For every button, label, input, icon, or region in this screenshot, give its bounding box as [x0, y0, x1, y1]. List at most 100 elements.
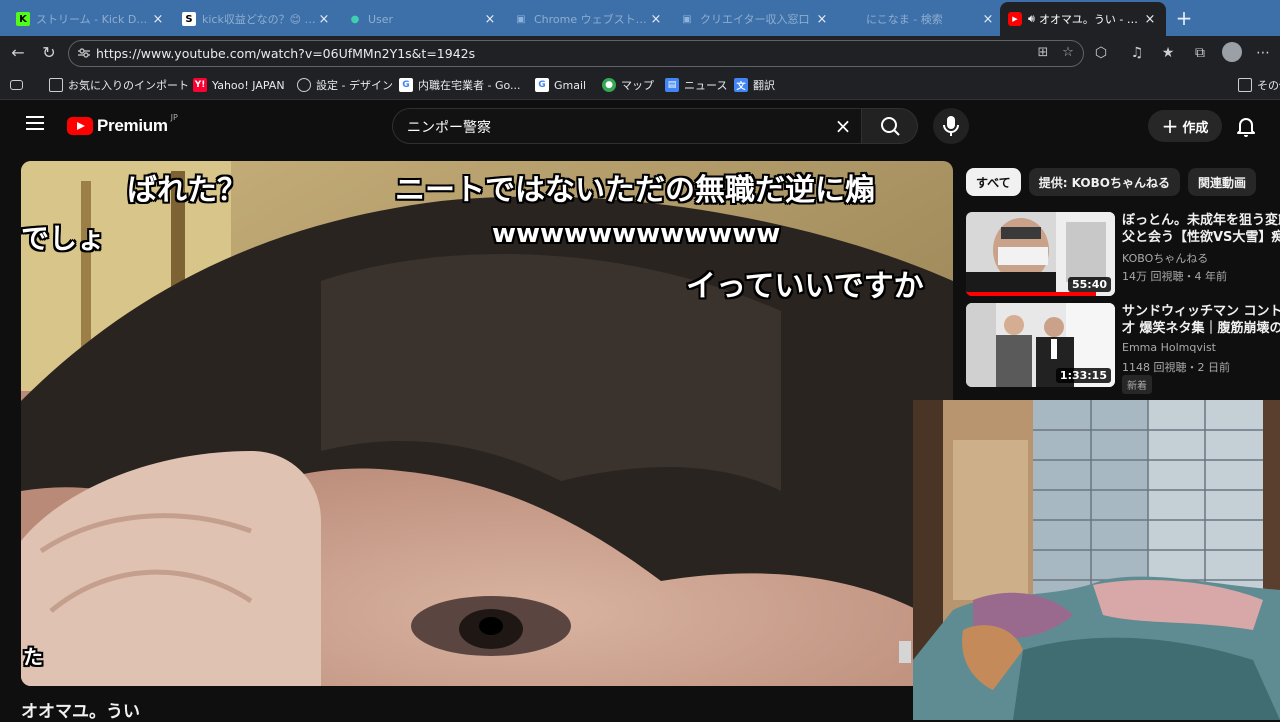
recommendation-chips: すべて 提供: KOBOちゃんねる 関連動画 — [966, 168, 1256, 196]
clear-search-icon[interactable]: × — [831, 114, 855, 138]
recommended-video[interactable]: 55:40 ぼっとん。未成年を狙う変態 父と会う【性欲VS大雪】痴態 KOBOち… — [966, 212, 1280, 296]
page-icon: ▣ — [682, 13, 692, 25]
channel-name[interactable]: KOBOちゃんねる — [1122, 250, 1208, 266]
chip-related[interactable]: 関連動画 — [1187, 168, 1256, 196]
close-icon[interactable]: × — [482, 12, 498, 27]
voice-search-button[interactable] — [933, 108, 969, 144]
close-icon[interactable]: × — [980, 12, 996, 27]
tab-kick-dashboard[interactable]: K ストリーム - Kick Dashboard × — [8, 4, 174, 34]
youtube-play-icon — [67, 117, 93, 135]
globe-icon: ● — [350, 13, 360, 25]
import-icon — [49, 78, 63, 92]
tab-title: User — [368, 12, 394, 26]
speaker-icon[interactable]: 🔊︎ — [1028, 12, 1035, 26]
tab-title: Chrome ウェブストア - 拡張 — [534, 13, 648, 26]
video-thumbnail[interactable]: 55:40 — [966, 212, 1115, 296]
folder-icon — [1238, 78, 1252, 92]
close-icon[interactable]: × — [1142, 12, 1158, 27]
video-title[interactable]: サンドウィッチマン コント・ 才 爆笑ネタ集｜腹筋崩壊の — [1122, 303, 1280, 337]
yahoo-icon: Y! — [193, 78, 207, 92]
bookmark-google-search[interactable]: G 内職在宅業者 - Go... — [399, 76, 521, 94]
tablet-icon[interactable] — [10, 76, 28, 94]
tab-user[interactable]: ● User × — [340, 4, 506, 34]
search-button[interactable] — [862, 108, 918, 144]
favorite-star-icon[interactable]: ☆ — [1059, 45, 1077, 63]
apps-icon[interactable]: ⊞ — [1034, 45, 1052, 63]
chip-provider[interactable]: 提供: KOBOちゃんねる — [1028, 168, 1180, 196]
translate-icon: 文 — [734, 78, 748, 92]
bookmark-settings-design[interactable]: 設定 - デザイン — [297, 76, 393, 94]
new-badge: 新着 — [1122, 375, 1152, 394]
recommended-video[interactable]: 1:33:15 サンドウィッチマン コント・ 才 爆笑ネタ集｜腹筋崩壊の Emm… — [966, 303, 1280, 394]
tab-kick-earnings[interactable]: S kick収益どなの？😊 An × — [174, 4, 340, 34]
tab-chrome-webstore[interactable]: ▣ Chrome ウェブストア - 拡張 × — [506, 4, 672, 34]
video-thumbnail[interactable]: 1:33:15 — [966, 303, 1115, 387]
video-meta: 1148 回視聴・2 日前 — [1122, 361, 1230, 374]
video-player[interactable]: ばれた？ ニートではないただの無職だ逆に煽 でしょ wwwwwwwwwwww イ… — [21, 161, 953, 686]
channel-name[interactable]: Emma Holmqvist — [1122, 341, 1216, 354]
subtitle-comment: た — [23, 645, 43, 669]
create-button[interactable]: + 作成 — [1148, 110, 1222, 142]
video-meta: 14万 回視聴・4 年前 — [1122, 270, 1227, 283]
site-info-icon[interactable] — [77, 46, 91, 60]
bookmark-import[interactable]: お気に入りのインポート — [49, 76, 189, 94]
site-icon: S — [182, 12, 196, 26]
google-icon: G — [535, 78, 549, 92]
subtitle-comment: イっていいですか — [686, 269, 924, 304]
hamburger-menu-icon[interactable] — [26, 116, 44, 130]
bookmark-gmail[interactable]: G Gmail — [535, 76, 586, 94]
profile-avatar[interactable] — [1222, 42, 1242, 62]
tab-title: クリエイター収入窓口 — [700, 13, 810, 26]
close-icon[interactable]: × — [814, 12, 830, 27]
search-tab-icon — [846, 12, 860, 26]
search-query[interactable]: ニンポー警察 — [407, 117, 491, 137]
chip-all[interactable]: すべて — [966, 168, 1021, 196]
tab-title: kick収益どなの？😊 An — [202, 13, 316, 26]
extensions-icon[interactable]: ⬡ — [1090, 42, 1112, 64]
microphone-icon — [943, 116, 959, 136]
menu-dots-icon[interactable]: ⋯ — [1252, 42, 1274, 64]
bookmark-translate[interactable]: 文翻訳 — [734, 76, 775, 94]
search-icon — [881, 117, 900, 136]
notifications-bell-icon[interactable] — [1234, 114, 1258, 138]
collections-icon[interactable]: ⧉ — [1189, 42, 1211, 64]
subtitle-comment: ばれた？ — [127, 173, 247, 208]
video-title[interactable]: ぼっとん。未成年を狙う変態 父と会う【性欲VS大雪】痴態 — [1122, 212, 1280, 246]
bookmark-maps[interactable]: ● マップ — [602, 76, 654, 94]
youtube-premium-logo[interactable]: Premium JP — [67, 113, 178, 136]
map-pin-icon: ● — [602, 78, 616, 92]
close-icon[interactable]: × — [150, 12, 166, 27]
video-frame — [21, 161, 953, 686]
news-icon: ▤ — [665, 78, 679, 92]
new-tab-button[interactable]: + — [1172, 6, 1196, 30]
bookmark-news[interactable]: ▤ ニュース — [665, 76, 727, 94]
close-icon[interactable]: × — [648, 12, 664, 27]
tab-title: ストリーム - Kick Dashboard — [36, 13, 150, 26]
favorites-icon[interactable]: ★ — [1157, 42, 1179, 64]
webcam-overlay — [913, 400, 1280, 720]
address-bar[interactable]: https://www.youtube.com/watch?v=06UfMMn2… — [68, 40, 1084, 67]
video-duration: 1:33:15 — [1055, 368, 1111, 383]
video-duration: 55:40 — [1067, 277, 1111, 292]
tab-title: にこなま - 検索 — [866, 13, 943, 26]
close-icon[interactable]: × — [316, 12, 332, 27]
tab-creator-income[interactable]: ▣ クリエイター収入窓口 × — [672, 4, 838, 34]
bookmarks-bar: お気に入りのインポート Y! Yahoo! JAPAN 設定 - デザイン G 内職… — [0, 70, 1280, 100]
reload-icon[interactable]: ↻ — [37, 41, 61, 65]
url-text[interactable]: https://www.youtube.com/watch?v=06UfMMn2… — [96, 46, 475, 61]
bookmark-yahoo[interactable]: Y! Yahoo! JAPAN — [193, 76, 285, 94]
youtube-icon: ▶ — [1008, 12, 1022, 26]
tab-youtube-active[interactable]: ▶ 🔊︎ オオマユ。うい - YouTube × — [1000, 2, 1166, 36]
subtitle-comment: でしょ — [21, 222, 106, 255]
tab-niconama-search[interactable]: にこなま - 検索 × — [838, 4, 1004, 34]
video-title: オオマユ。うい — [21, 702, 140, 722]
browser-toolbar: ← ↻ https://www.youtube.com/watch?v=06Uf… — [0, 36, 1280, 70]
tab-title: オオマユ。うい - YouTube — [1038, 13, 1142, 26]
bookmark-other-folder[interactable]: その他 — [1238, 76, 1280, 94]
media-control-icon[interactable]: ♫ — [1126, 42, 1148, 64]
kick-icon: K — [16, 12, 30, 26]
browser-tab-strip: K ストリーム - Kick Dashboard × S kick収益どなの？😊… — [0, 0, 1280, 36]
webstore-icon: ▣ — [516, 13, 526, 25]
back-icon[interactable]: ← — [6, 41, 30, 65]
search-input[interactable]: ニンポー警察 × — [392, 108, 862, 144]
